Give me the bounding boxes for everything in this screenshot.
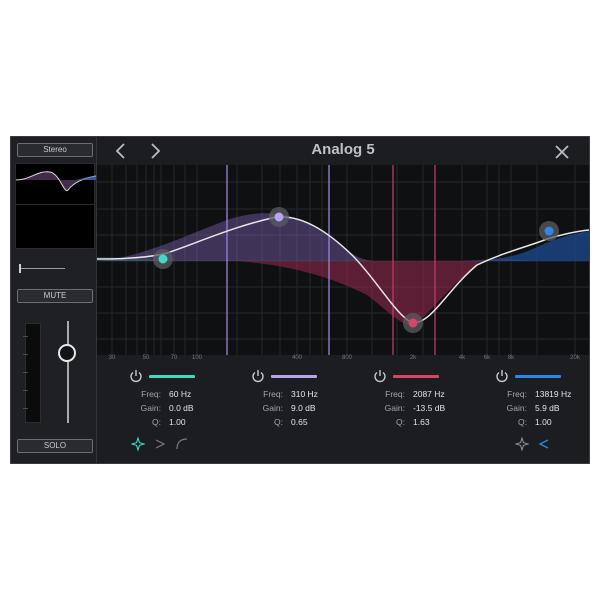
band-1-q-row: Q: 1.00 <box>109 417 229 429</box>
freq-tick-label: 8k <box>507 355 515 361</box>
band-4-freq-row: Freq: 13819 Hz <box>475 389 595 401</box>
band-4-freq-value[interactable]: 13819 Hz <box>535 389 571 399</box>
thumbnail-eq-curve <box>15 171 97 191</box>
close-icon[interactable] <box>553 143 571 161</box>
chevron-left-icon[interactable] <box>537 437 551 451</box>
freq-tick-label: 100 <box>191 355 203 361</box>
band-3-freq-row: Freq: 2087 Hz <box>353 389 473 401</box>
band-1-freq-value[interactable]: 60 Hz <box>169 389 191 399</box>
left-strip: Stereo MUTE SOLO <box>11 137 97 463</box>
frequency-axis: 30 50 70 100 400 800 2k 4k 6k 8k 20k <box>97 355 589 365</box>
eq-plugin-window: Stereo MUTE SOLO Analog 5 30 50 70 100 4… <box>10 136 590 464</box>
band-2-response-fill <box>97 213 377 261</box>
band-1-node[interactable] <box>153 249 173 269</box>
freq-tick-label: 6k <box>483 355 491 361</box>
freq-label: Freq: <box>263 389 283 399</box>
band-1-q-value[interactable]: 1.00 <box>169 417 186 427</box>
curve-icon[interactable] <box>175 437 189 451</box>
band-3-q-row: Q: 1.63 <box>353 417 473 429</box>
q-label: Q: <box>396 417 405 427</box>
band-4-gain-row: Gain: 5.9 dB <box>475 403 595 415</box>
band-3-controls: Freq: 2087 Hz Gain: -13.5 dB Q: 1.63 <box>353 369 473 439</box>
band-3-node[interactable] <box>403 313 423 333</box>
power-icon[interactable] <box>495 369 509 383</box>
q-label: Q: <box>152 417 161 427</box>
band-4-node[interactable] <box>539 221 559 241</box>
chevron-right-icon[interactable] <box>153 437 167 451</box>
mute-button[interactable]: MUTE <box>17 289 93 303</box>
pan-slider-track[interactable] <box>19 268 65 269</box>
band-1-freq-row: Freq: 60 Hz <box>109 389 229 401</box>
band-2-q-value[interactable]: 0.65 <box>291 417 308 427</box>
thumbnail-divider <box>16 204 94 205</box>
band-2-freq-row: Freq: 310 Hz <box>231 389 351 401</box>
freq-label: Freq: <box>385 389 405 399</box>
freq-tick-label: 20k <box>570 355 580 361</box>
band-4-gain-value[interactable]: 5.9 dB <box>535 403 560 413</box>
meter-tick <box>23 408 28 409</box>
band-2-controls: Freq: 310 Hz Gain: 9.0 dB Q: 0.65 <box>231 369 351 439</box>
band-2-q-row: Q: 0.65 <box>231 417 351 429</box>
stereo-button[interactable]: Stereo <box>17 143 93 157</box>
band-1-gain-row: Gain: 0.0 dB <box>109 403 229 415</box>
band-4-controls: Freq: 13819 Hz Gain: 5.9 dB Q: 1.00 <box>475 369 595 439</box>
meter-tick <box>23 336 28 337</box>
gain-label: Gain: <box>140 403 161 413</box>
preset-title: Analog 5 <box>311 141 375 158</box>
meter-tick <box>23 354 28 355</box>
q-label: Q: <box>518 417 527 427</box>
freq-tick-label: 4k <box>458 355 466 361</box>
band-4-color-bar <box>515 375 561 378</box>
band-1-controls: Freq: 60 Hz Gain: 0.0 dB Q: 1.00 <box>109 369 229 439</box>
sparkle-icon[interactable] <box>131 437 145 451</box>
level-meter <box>23 323 41 423</box>
output-fader-handle[interactable] <box>58 344 76 362</box>
freq-label: Freq: <box>141 389 161 399</box>
sparkle-icon[interactable] <box>515 437 529 451</box>
band-3-gain-row: Gain: -13.5 dB <box>353 403 473 415</box>
band-1-color-bar <box>149 375 195 378</box>
band-2-gain-row: Gain: 9.0 dB <box>231 403 351 415</box>
output-fader-track[interactable] <box>67 321 69 423</box>
band-3-color-bar <box>393 375 439 378</box>
eq-graph-canvas <box>96 165 590 355</box>
band-3-q-value[interactable]: 1.63 <box>413 417 430 427</box>
power-icon[interactable] <box>251 369 265 383</box>
solo-button[interactable]: SOLO <box>17 439 93 453</box>
freq-tick-label: 800 <box>341 355 353 361</box>
meter-tick <box>23 390 28 391</box>
band-4-q-value[interactable]: 1.00 <box>535 417 552 427</box>
band-3-freq-value[interactable]: 2087 Hz <box>413 389 445 399</box>
freq-label: Freq: <box>507 389 527 399</box>
band-4-q-row: Q: 1.00 <box>475 417 595 429</box>
gain-label: Gain: <box>384 403 405 413</box>
freq-tick-label: 70 <box>170 355 178 361</box>
freq-tick-label: 2k <box>409 355 417 361</box>
freq-tick-label: 400 <box>291 355 303 361</box>
pan-slider-handle[interactable] <box>19 264 21 273</box>
gain-label: Gain: <box>262 403 283 413</box>
freq-tick-label: 50 <box>142 355 150 361</box>
band-3-response-fill <box>237 259 537 326</box>
band-3-gain-value[interactable]: -13.5 dB <box>413 403 445 413</box>
band-1-gain-value[interactable]: 0.0 dB <box>169 403 194 413</box>
power-icon[interactable] <box>373 369 387 383</box>
preset-thumbnail[interactable] <box>15 163 97 249</box>
band-2-node[interactable] <box>269 207 289 227</box>
q-label: Q: <box>274 417 283 427</box>
header-bar: Analog 5 <box>97 137 589 165</box>
gain-label: Gain: <box>506 403 527 413</box>
band-2-freq-value[interactable]: 310 Hz <box>291 389 318 399</box>
band-2-color-bar <box>271 375 317 378</box>
freq-tick-label: 30 <box>108 355 116 361</box>
power-icon[interactable] <box>129 369 143 383</box>
meter-tick <box>23 372 28 373</box>
band-2-gain-value[interactable]: 9.0 dB <box>291 403 316 413</box>
eq-graph[interactable] <box>96 165 590 355</box>
